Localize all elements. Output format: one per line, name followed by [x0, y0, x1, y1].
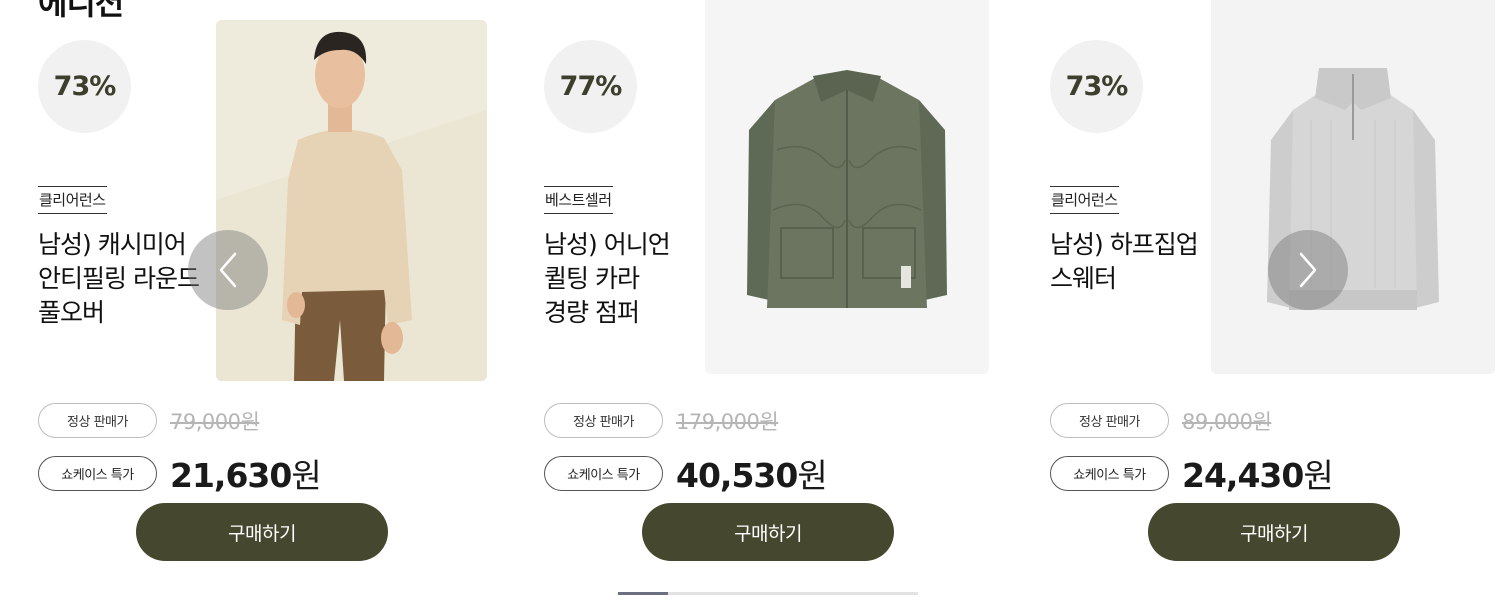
sale-unit: 원 — [797, 456, 827, 495]
original-price: 179,000원 — [676, 409, 779, 434]
original-price: 89,000원 — [1182, 409, 1272, 434]
regular-price-row: 정상 판매가 179,000원 — [544, 403, 779, 438]
product-card[interactable]: 73% 클리어런스 남성) 캐시미어 안티필링 라운드 풀오버 정상 판매가 7… — [38, 0, 508, 570]
regular-price-tag: 정상 판매가 — [1050, 403, 1169, 438]
special-price-tag: 쇼케이스 특가 — [38, 455, 157, 491]
buy-button[interactable]: 구매하기 — [136, 503, 388, 561]
special-price-tag: 쇼케이스 특가 — [1050, 455, 1169, 491]
product-name-line: 퀼팅 카라 — [544, 264, 640, 293]
sale-amount: 21,630 — [170, 456, 292, 495]
brand-label: 클리어런스 — [38, 186, 107, 214]
sale-amount: 24,430 — [1182, 456, 1304, 495]
brand-label: 클리어런스 — [1050, 186, 1119, 214]
original-price: 79,000원 — [170, 409, 260, 434]
special-price-tag: 쇼케이스 특가 — [544, 455, 663, 491]
discount-badge: 77% — [544, 40, 637, 133]
product-name[interactable]: 남성) 어니언 퀼팅 카라 경량 점퍼 — [544, 228, 764, 330]
carousel-prev-button[interactable] — [188, 230, 268, 310]
sale-price: 24,430원 — [1182, 449, 1334, 497]
brand-label: 베스트셀러 — [544, 186, 613, 214]
carousel-next-button[interactable] — [1268, 230, 1348, 310]
carousel-progress-fill — [618, 592, 669, 595]
product-card[interactable]: 77% 베스트셀러 남성) 어니언 퀼팅 카라 경량 점퍼 정상 판매가 179… — [544, 0, 1014, 570]
special-price-row: 쇼케이스 특가 24,430원 — [1050, 449, 1334, 497]
sale-unit: 원 — [291, 456, 321, 495]
regular-price-row: 정상 판매가 79,000원 — [38, 403, 260, 438]
product-name[interactable]: 남성) 하프집업 스웨터 — [1050, 228, 1270, 296]
sale-price: 40,530원 — [676, 449, 828, 497]
sale-unit: 원 — [1303, 456, 1333, 495]
regular-price-tag: 정상 판매가 — [38, 403, 157, 438]
chevron-right-icon — [1299, 252, 1317, 288]
discount-badge: 73% — [38, 40, 131, 133]
regular-price-tag: 정상 판매가 — [544, 403, 663, 438]
product-image[interactable] — [1211, 0, 1495, 374]
carousel-progress[interactable] — [618, 592, 918, 595]
discount-badge: 73% — [1050, 40, 1143, 133]
product-name-line: 남성) 하프집업 — [1050, 230, 1199, 259]
product-name-line: 경량 점퍼 — [544, 298, 640, 327]
grey-half-zip-sweater — [1211, 0, 1495, 374]
buy-button[interactable]: 구매하기 — [1148, 503, 1400, 561]
buy-button[interactable]: 구매하기 — [642, 503, 894, 561]
special-price-row: 쇼케이스 특가 40,530원 — [544, 449, 828, 497]
chevron-left-icon — [219, 252, 237, 288]
regular-price-row: 정상 판매가 89,000원 — [1050, 403, 1272, 438]
product-name-line: 스웨터 — [1050, 264, 1117, 293]
special-price-row: 쇼케이스 특가 21,630원 — [38, 449, 322, 497]
sale-amount: 40,530 — [676, 456, 798, 495]
sale-price: 21,630원 — [170, 449, 322, 497]
product-name-line: 남성) 어니언 — [544, 230, 671, 259]
